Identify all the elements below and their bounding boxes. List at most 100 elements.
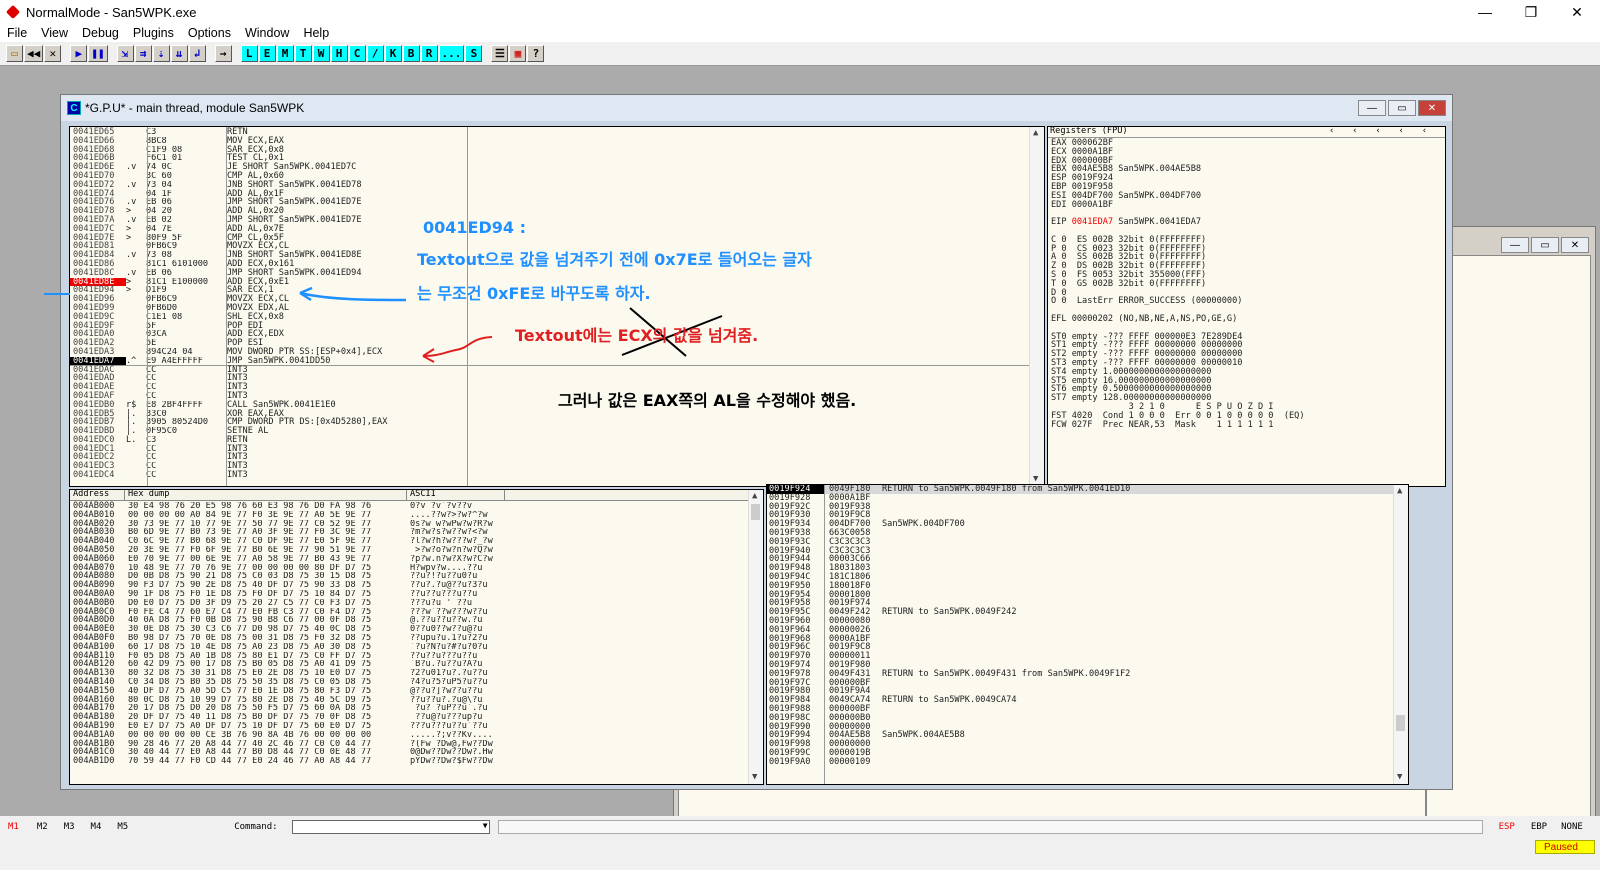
menu-debug[interactable]: Debug [82, 26, 119, 40]
register-none-toggle[interactable]: NONE [1561, 822, 1583, 832]
call-stack-button[interactable]: K [384, 45, 402, 62]
help-icon[interactable]: ? [527, 45, 545, 62]
menu-help[interactable]: Help [303, 26, 329, 40]
memory-map-button[interactable]: M [276, 45, 294, 62]
execute-till-return-icon[interactable]: ↲ [188, 45, 206, 62]
disasm-row[interactable]: 0041EDA3 894C24 04 MOV DWORD PTR SS:[ESP+0… [70, 348, 1044, 357]
modules-button[interactable]: E [258, 45, 276, 62]
references-button[interactable]: R [420, 45, 438, 62]
disasm-row[interactable]: 0041ED72 .v 73 04 JNB SHORT San5WPK.0041ED7… [70, 180, 1044, 190]
disasm-row[interactable]: 0041ED66 8BC8 MOV ECX,EAX [70, 136, 1044, 146]
menu-file[interactable]: File [7, 26, 27, 40]
trace-into-icon[interactable]: ⇣ [152, 45, 170, 62]
dump-row[interactable]: 004AB0C0 F0 FE C4 77 60 E7 C4 77 E0 FB C3… [70, 607, 763, 617]
step-over-icon[interactable]: ⇉ [134, 45, 152, 62]
dump-row[interactable]: 004AB150 40 DF D7 75 A0 5D C5 77 E0 1E D8… [70, 686, 763, 696]
source-button[interactable]: S [465, 45, 483, 62]
pause-icon[interactable]: ❚❚ [88, 45, 108, 62]
minimize-button[interactable]: — [1462, 0, 1508, 24]
command-input[interactable]: ▼ [291, 820, 490, 834]
mark-m3[interactable]: M3 [64, 822, 75, 832]
menu-plugins[interactable]: Plugins [133, 26, 174, 40]
dump-row[interactable]: 004AB180 20 DF D7 75 40 11 D8 75 B0 DF D7… [70, 713, 763, 722]
list-icon[interactable]: ☰ [491, 45, 509, 62]
disassembly-pane[interactable]: 0041ED65 C3 RETN 0041ED66 8BC8 MOV ECX,EAX 004… [69, 126, 1045, 487]
disasm-row[interactable]: 0041EDB0 r$ E8 2BF4FFFF CALL San5WPK.0041E1… [70, 400, 1044, 410]
disasm-row[interactable]: 0041ED7C >04 7E ADD AL,0x7E [70, 224, 1044, 234]
handles-button[interactable]: H [330, 45, 348, 62]
hex-dump-pane[interactable]: Address Hex dump ASCII 004AB000 30 E4 98 … [69, 489, 764, 785]
dump-row[interactable]: 004AB0F0 B0 98 D7 75 70 0E D8 75 00 31 D8… [70, 634, 763, 643]
bg-maximize-icon[interactable]: ▭ [1531, 237, 1559, 253]
cpu-button[interactable]: C [348, 45, 366, 62]
register-line[interactable]: EFL 00000202 (NO,NB,NE,A,NS,PO,GE,G) [1048, 315, 1445, 324]
disasm-row[interactable]: 0041EDAC CC INT3 [70, 365, 1044, 375]
register-line[interactable]: FCW 027F Prec NEAR,53 Mask 1 1 1 1 1 1 [1048, 420, 1445, 430]
dump-row[interactable]: 004AB1D0 70 59 44 77 F0 CD 44 77 E0 24 46… [70, 757, 763, 766]
cpu-window[interactable]: C *G.P.U* - main thread, module San5WPK … [60, 94, 1453, 790]
close-button[interactable]: ✕ [1554, 0, 1600, 24]
stack-pane[interactable]: 0019F924 0049F180 RETURN to San5WPK.0049F1… [766, 484, 1409, 785]
menu-view[interactable]: View [41, 26, 68, 40]
dump-scrollbar[interactable]: ▲ ▼ [748, 490, 763, 784]
dump-row[interactable]: 004AB160 80 0C D8 75 10 99 D7 75 80 2E D8… [70, 695, 763, 705]
menu-window[interactable]: Window [245, 26, 289, 40]
disasm-row[interactable]: 0041EDAF CC INT3 [70, 392, 1044, 401]
appearance-icon[interactable]: ▦ [509, 45, 527, 62]
disasm-row[interactable]: 0041EDAD CC INT3 [70, 374, 1044, 383]
cpu-minimize-icon[interactable]: — [1358, 100, 1386, 116]
dump-row[interactable]: 004AB040 C0 6C 9E 77 B0 68 9E 77 C0 DF 9E… [70, 537, 763, 546]
disasm-row[interactable]: 0041ED68 C1F9 08 SAR ECX,0x8 [70, 145, 1044, 155]
bg-close-icon[interactable]: ✕ [1561, 237, 1589, 253]
disasm-row[interactable]: 0041ED6B F6C1 01 TEST CL,0x1 [70, 154, 1044, 163]
disasm-row[interactable]: 0041ED6E .v 74 0C JE SHORT San5WPK.0041ED7C [70, 163, 1044, 172]
disasm-row[interactable]: 0041ED7A .v EB 02 JMP SHORT San5WPK.0041ED7… [70, 216, 1044, 225]
dump-row[interactable]: 004AB010 00 00 00 00 A0 84 9E 77 F0 3E 9E… [70, 510, 763, 520]
disasm-row[interactable]: 0041ED76 .v EB 06 JMP SHORT San5WPK.0041ED7… [70, 198, 1044, 207]
dump-row[interactable]: 004AB050 20 3E 9E 77 F0 6F 9E 77 B0 6E 9E… [70, 546, 763, 555]
dump-row[interactable]: 004AB1C0 30 40 44 77 E0 A8 44 77 B0 D8 44… [70, 748, 763, 757]
mark-m5[interactable]: M5 [117, 822, 128, 832]
register-esp-toggle[interactable]: ESP [1499, 822, 1515, 832]
disasm-row[interactable]: 0041ED9C C1E1 08 SHL ECX,0x8 [70, 312, 1044, 322]
disasm-row[interactable]: 0041EDC1 CC INT3 [70, 444, 1044, 454]
menu-options[interactable]: Options [188, 26, 231, 40]
dump-row[interactable]: 004AB080 D0 0B D8 75 90 21 D8 75 C0 03 D8… [70, 572, 763, 581]
goto-icon[interactable]: → [214, 45, 232, 62]
register-ebp-toggle[interactable]: EBP [1531, 822, 1547, 832]
disasm-row[interactable]: 0041ED78 >04 20 ADD AL,0x20 [70, 207, 1044, 216]
run-icon[interactable]: ▶ [70, 45, 88, 62]
windows-button[interactable]: W [312, 45, 330, 62]
maximize-button[interactable]: ❐ [1508, 0, 1554, 24]
disasm-row[interactable]: 0041ED70 3C 60 CMP AL,0x60 [70, 172, 1044, 181]
disasm-row[interactable]: 0041ED65 C3 RETN [70, 128, 1044, 137]
register-view-arrows[interactable]: ‹‹‹‹‹ [1329, 127, 1445, 137]
disasm-row[interactable]: 0041ED8C .v EB 06 JMP SHORT San5WPK.0041ED9… [70, 268, 1044, 278]
disasm-row[interactable]: 0041EDC0 L. C3 RETN [70, 436, 1044, 445]
disasm-row[interactable]: 0041EDB7 |. 3905 80524D0 CMP DWORD PTR DS:[… [70, 418, 1044, 427]
close-program-icon[interactable]: ✕ [44, 45, 62, 62]
disasm-row[interactable]: 0041EDBD |. 0F95C0 SETNE AL [70, 427, 1044, 436]
dump-row[interactable]: 004AB070 10 48 9E 77 70 76 9E 77 00 00 00… [70, 563, 763, 573]
dump-row[interactable]: 004AB1A0 00 00 00 00 00 CE 3B 76 90 8A 4B… [70, 730, 763, 740]
stack-row[interactable]: 0019F9A0 00000109 [767, 757, 1408, 767]
disasm-row[interactable]: 0041EDAE CC INT3 [70, 383, 1044, 392]
dump-row[interactable]: 004AB0A0 90 1F D8 75 F0 1E D8 75 F0 DF D7… [70, 590, 763, 599]
stack-scrollbar[interactable]: ▲ ▼ [1393, 485, 1408, 784]
dump-row[interactable]: 004AB100 60 17 D8 75 10 4E D8 75 A0 23 D8… [70, 642, 763, 652]
dump-row[interactable]: 004AB170 20 17 D8 75 D0 20 D8 75 50 F5 D7… [70, 704, 763, 713]
register-line[interactable]: O 0 LastErr ERROR_SUCCESS (00000000) [1048, 297, 1445, 306]
bg-minimize-icon[interactable]: — [1501, 237, 1529, 253]
dump-row[interactable]: 004AB110 F0 05 D8 75 A0 1B D8 75 80 E1 D7… [70, 651, 763, 661]
disasm-row[interactable]: 0041ED7E >80F9 5F CMP CL,0x5F [70, 233, 1044, 243]
disasm-row[interactable]: 0041ED74 04 1F ADD AL,0x1F [70, 189, 1044, 199]
disasm-row[interactable]: 0041EDC4 CC INT3 [70, 471, 1044, 480]
dump-row[interactable]: 004AB1B0 90 28 46 77 20 A8 44 77 40 2C 46… [70, 739, 763, 749]
mark-m2[interactable]: M2 [37, 822, 48, 832]
disasm-scrollbar[interactable]: ▲ ▼ [1029, 127, 1044, 486]
disasm-row[interactable]: 0041EDC3 CC INT3 [70, 462, 1044, 471]
restart-icon[interactable]: ◀◀ [24, 45, 44, 62]
mark-m4[interactable]: M4 [91, 822, 102, 832]
log-window-button[interactable]: L [240, 45, 258, 62]
dump-row[interactable]: 004AB190 E0 E7 D7 75 A0 DF D7 75 10 DF D7… [70, 722, 763, 731]
